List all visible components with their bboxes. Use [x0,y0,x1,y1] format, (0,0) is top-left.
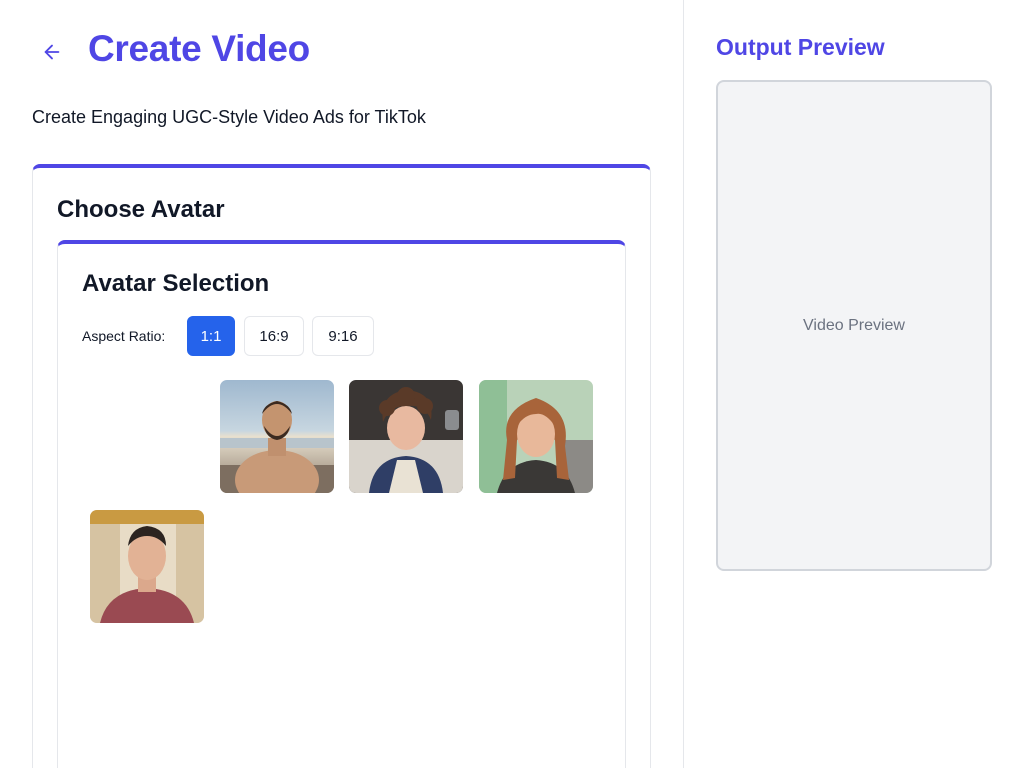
avatar-man-red-shirt-image [90,510,204,623]
avatar-selection-title: Avatar Selection [82,270,270,297]
avatar-thumbnail[interactable] [479,380,593,493]
avatar-thumbnail[interactable] [90,510,204,623]
video-preview-placeholder: Video Preview [803,316,905,334]
video-preview-box: Video Preview [716,80,992,571]
editor-pane: Create Video Create Engaging UGC-Style V… [0,0,684,768]
output-preview-pane: Output Preview Video Preview [684,0,1024,768]
aspect-ratio-16-9-button[interactable]: 16:9 [244,316,304,356]
avatar-thumbnail[interactable] [220,380,334,493]
page-title: Create Video [88,28,310,69]
avatar-beach-man-image [220,380,334,493]
aspect-ratio-1-1-button[interactable]: 1:1 [187,316,235,356]
aspect-ratio-9-16-button[interactable]: 9:16 [312,316,374,356]
page-subtitle: Create Engaging UGC-Style Video Ads for … [32,107,426,127]
avatar-selection-panel: Avatar Selection Aspect Ratio: 1:1 16:9 … [57,240,626,768]
output-preview-title: Output Preview [716,34,885,60]
aspect-ratio-label: Aspect Ratio: [82,328,166,344]
back-button[interactable] [36,36,68,68]
avatar-smiling-woman-image [479,380,593,493]
choose-avatar-title: Choose Avatar [57,196,225,223]
avatar-thumbnail[interactable] [349,380,463,493]
choose-avatar-card: Choose Avatar Avatar Selection Aspect Ra… [32,164,651,768]
arrow-left-icon [44,44,60,60]
avatar-curly-hair-person-image [349,380,463,493]
